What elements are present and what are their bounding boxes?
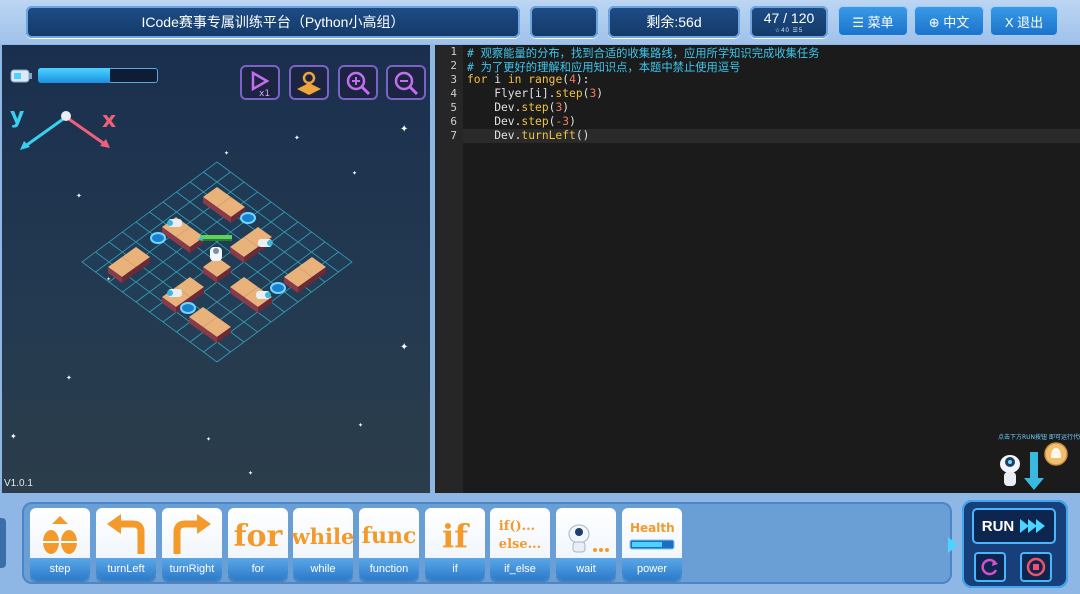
axis-y-label: y	[10, 104, 24, 129]
helper-robot[interactable]: 点击下方RUN按钮 即可运行代码	[990, 430, 1080, 492]
game-map	[81, 161, 353, 363]
code-line[interactable]: for i in range(4):	[467, 73, 589, 86]
flyer-icon	[258, 239, 273, 247]
run-label: RUN	[981, 517, 1015, 535]
block-label: turnRight	[162, 558, 222, 580]
block-if-else[interactable]: if()... else... if_else	[490, 508, 550, 580]
block-power[interactable]: Health power	[622, 508, 682, 580]
zoom-in-button[interactable]	[338, 65, 378, 100]
block-label: wait	[556, 558, 616, 580]
svg-text:x1: x1	[259, 89, 270, 97]
block-label: function	[359, 558, 419, 580]
energy-fill	[38, 68, 110, 83]
while-icon: while	[291, 523, 355, 549]
code-line[interactable]: Flyer[i].step(3)	[467, 87, 603, 100]
speed-icon: x1	[251, 70, 270, 97]
function-icon: func	[361, 523, 417, 549]
line-number: 4	[450, 87, 457, 100]
code-line[interactable]: Dev.step(-3)	[467, 115, 576, 128]
star-icon: ✦	[294, 135, 300, 142]
progress-sub: ☆40 ☰5	[774, 27, 804, 34]
if-icon: if	[442, 517, 468, 555]
help-text: 点击下方RUN按钮 即可运行代码	[998, 433, 1080, 441]
blank-panel	[530, 6, 598, 38]
line-number: 3	[450, 73, 457, 86]
code-line[interactable]: Dev.step(3)	[467, 101, 569, 114]
star-icon: ✦	[248, 471, 254, 477]
block-function[interactable]: func function	[359, 508, 419, 580]
progress-text: 47 / 120	[763, 9, 815, 26]
star-icon: ✦	[358, 423, 364, 429]
code-line[interactable]: Dev.turnLeft()	[467, 129, 589, 142]
block-while[interactable]: while while	[291, 508, 355, 580]
energy-orb-icon	[150, 232, 166, 244]
line-number: 2	[450, 59, 457, 72]
code-editor[interactable]: 1234567 # 观察能量的分布，找到合适的收集路线，应用所学知识完成收集任务…	[435, 45, 1080, 493]
exit-button[interactable]: X 退出	[990, 6, 1058, 36]
stop-icon	[1026, 557, 1046, 577]
version-label: V1.0.1	[4, 478, 33, 489]
block-label: for	[228, 558, 288, 580]
block-label: if_else	[490, 558, 550, 580]
line-number: 1	[450, 45, 457, 58]
for-icon: for	[233, 518, 283, 554]
map-pin-icon	[297, 71, 321, 95]
block-label: if	[425, 558, 485, 580]
turn-left-icon	[107, 514, 145, 554]
star-icon: ✦	[400, 342, 409, 353]
block-if[interactable]: if if	[425, 508, 485, 580]
block-turnright[interactable]: turnRight	[162, 508, 222, 580]
star-icon: ✦	[10, 432, 17, 441]
stop-button[interactable]	[1020, 552, 1052, 582]
progress-counter: 47 / 120 ☆40 ☰5	[750, 6, 828, 38]
game-panel: ✦ ✦ ✦ ✦ ✦ ✦ ✦ ✦ ✦ ✦ ✦ ✦ ✦ x1	[2, 45, 430, 493]
zoom-in-icon	[346, 71, 371, 95]
step-icon	[43, 516, 77, 554]
remaining-days: 剩余:56d	[608, 6, 740, 38]
flyer-icon	[256, 291, 271, 299]
block-turnleft[interactable]: turnLeft	[96, 508, 156, 580]
language-button[interactable]: ⊕ 中文	[914, 6, 984, 36]
scroll-left-handle[interactable]	[0, 518, 6, 568]
flyer-icon	[167, 289, 182, 297]
zoom-out-icon	[394, 71, 419, 95]
scroll-right-icon[interactable]	[946, 535, 960, 555]
map-button[interactable]	[289, 65, 329, 100]
energy-orb-icon	[180, 302, 196, 314]
page-title: ICode赛事专属训练平台（Python小高组）	[26, 6, 520, 38]
axes-indicator: y x	[10, 104, 116, 150]
block-label: while	[293, 558, 353, 580]
battery-icon	[10, 69, 32, 83]
block-label: turnLeft	[96, 558, 156, 580]
block-for[interactable]: for for	[228, 508, 288, 580]
axis-x-label: x	[102, 108, 116, 133]
reset-button[interactable]	[974, 552, 1006, 582]
flyer-icon	[167, 219, 182, 227]
power-icon: Health	[629, 521, 675, 550]
line-number: 7	[450, 129, 457, 142]
energy-orb-icon	[240, 212, 256, 224]
run-button[interactable]: RUN	[972, 508, 1056, 544]
svg-text:Health: Health	[630, 521, 675, 535]
top-bar: ICode赛事专属训练平台（Python小高组） 剩余:56d 47 / 120…	[0, 0, 1080, 44]
if-else-icon: if()... else...	[498, 518, 542, 552]
block-step[interactable]: step	[30, 508, 90, 580]
fast-forward-icon	[1020, 519, 1046, 533]
menu-button[interactable]: ☰ 菜单	[838, 6, 908, 36]
line-number: 5	[450, 101, 457, 114]
energy-bar	[38, 68, 158, 83]
block-wait[interactable]: wait	[556, 508, 616, 580]
zoom-out-button[interactable]	[386, 65, 426, 100]
turn-right-icon	[173, 514, 211, 554]
star-icon: ✦	[400, 124, 409, 135]
star-icon: ✦	[206, 437, 212, 443]
block-label: power	[622, 558, 682, 580]
energy-orb-icon	[270, 282, 286, 294]
block-label: step	[30, 558, 90, 580]
star-icon: ✦	[66, 375, 72, 382]
line-number: 6	[450, 115, 457, 128]
wait-icon	[568, 524, 609, 553]
refresh-icon	[981, 558, 998, 576]
speed-button[interactable]: x1	[240, 65, 280, 100]
